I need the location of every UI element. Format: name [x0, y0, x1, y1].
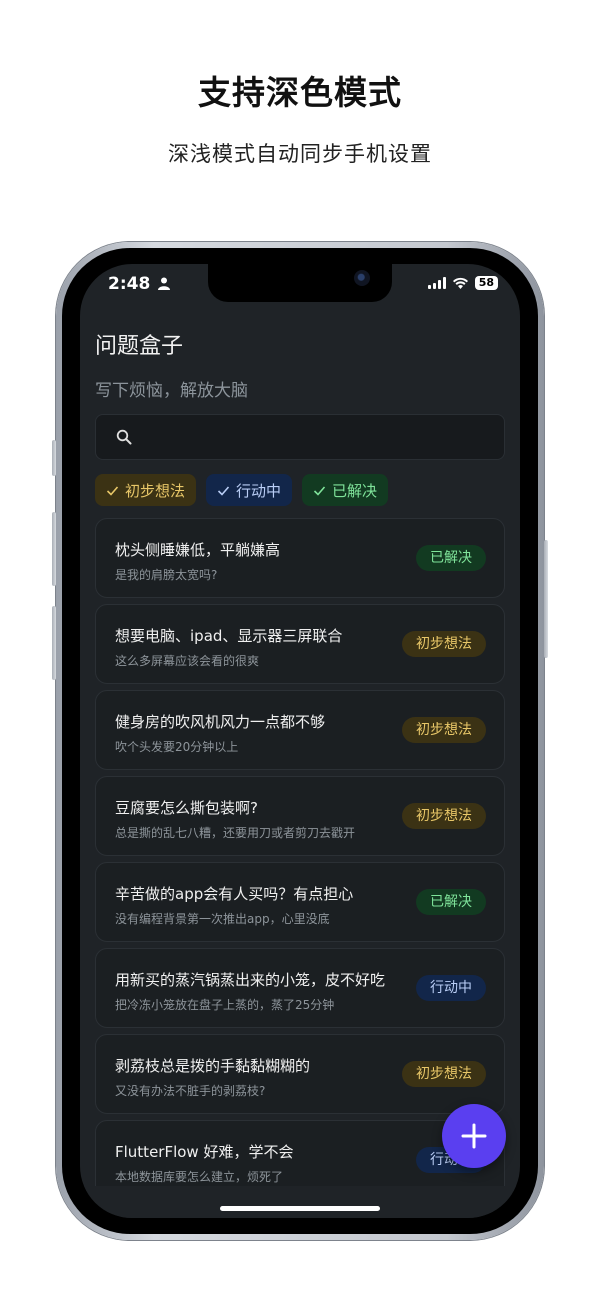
battery-icon: 58	[474, 276, 498, 290]
status-badge: 已解决	[416, 545, 486, 571]
item-subtitle: 总是撕的乱七八糟，还要用刀或者剪刀去戳开	[115, 826, 356, 840]
item-title: 用新买的蒸汽锅蒸出来的小笼，皮不好吃	[115, 971, 386, 989]
page-subtitle: 写下烦恼，解放大脑	[95, 381, 248, 401]
item-title: 想要电脑、ipad、显示器三屏联合	[115, 627, 343, 645]
status-badge: 初步想法	[402, 803, 486, 829]
filter-chips: 初步想法 行动中 已解决	[95, 474, 389, 506]
item-subtitle: 吹个头发要20分钟以上	[115, 740, 239, 754]
add-problem-button[interactable]	[442, 1104, 506, 1168]
bottom-safe-area	[80, 1186, 520, 1218]
item-subtitle: 把冷冻小笼放在盘子上蒸的，蒸了25分钟	[115, 998, 335, 1012]
list-item[interactable]: 辛苦做的app会有人买吗？有点担心 没有编程背景第一次推出app，心里没底 已解…	[95, 862, 505, 942]
filter-chip-initial-idea[interactable]: 初步想法	[95, 474, 197, 506]
check-icon	[217, 485, 230, 496]
plus-icon	[461, 1123, 487, 1149]
check-icon	[313, 485, 326, 496]
promo-subline: 深浅模式自动同步手机设置	[168, 142, 432, 166]
list-item[interactable]: 枕头侧睡嫌低，平躺嫌高 是我的肩膀太宽吗? 已解决	[95, 518, 505, 598]
status-badge: 初步想法	[402, 1061, 486, 1087]
status-time: 2:48	[108, 274, 171, 294]
filter-chip-in-progress[interactable]: 行动中	[206, 474, 293, 506]
list-item[interactable]: 剥荔枝总是拨的手黏黏糊糊的 又没有办法不脏手的剥荔枝? 初步想法	[95, 1034, 505, 1114]
item-subtitle: 没有编程背景第一次推出app，心里没底	[115, 912, 330, 926]
item-subtitle: 本地数据库要怎么建立，烦死了	[115, 1170, 284, 1184]
item-title: 豆腐要怎么撕包装啊?	[115, 799, 258, 817]
status-badge: 已解决	[416, 889, 486, 915]
person-icon	[158, 277, 171, 290]
notch	[208, 264, 392, 302]
status-icons: 58	[427, 276, 498, 290]
search-input[interactable]	[95, 414, 505, 460]
filter-chip-resolved[interactable]: 已解决	[302, 474, 389, 506]
item-title: 辛苦做的app会有人买吗？有点担心	[115, 885, 354, 903]
wifi-icon	[452, 277, 468, 289]
volume-down-button	[52, 606, 56, 680]
signal-icon	[427, 277, 446, 289]
promo-headline: 支持深色模式	[198, 73, 402, 112]
item-title: 剥荔枝总是拨的手黏黏糊糊的	[115, 1057, 311, 1075]
page-title: 问题盒子	[95, 334, 184, 359]
mute-switch	[52, 440, 56, 476]
item-subtitle: 是我的肩膀太宽吗?	[115, 568, 218, 582]
power-button	[544, 540, 548, 658]
search-icon	[116, 429, 132, 445]
camera-icon	[354, 270, 370, 286]
filter-chip-label: 行动中	[236, 481, 282, 500]
check-icon	[106, 485, 119, 496]
item-title: 健身房的吹风机风力一点都不够	[115, 713, 326, 731]
item-subtitle: 这么多屏幕应该会看的很爽	[115, 654, 260, 668]
filter-chip-label: 已解决	[332, 481, 378, 500]
filter-chip-label: 初步想法	[125, 481, 186, 500]
item-title: 枕头侧睡嫌低，平躺嫌高	[115, 541, 281, 559]
home-indicator[interactable]	[220, 1206, 380, 1211]
list-item[interactable]: 健身房的吹风机风力一点都不够 吹个头发要20分钟以上 初步想法	[95, 690, 505, 770]
item-subtitle: 又没有办法不脏手的剥荔枝?	[115, 1084, 266, 1098]
volume-up-button	[52, 512, 56, 586]
list-item[interactable]: 用新买的蒸汽锅蒸出来的小笼，皮不好吃 把冷冻小笼放在盘子上蒸的，蒸了25分钟 行…	[95, 948, 505, 1028]
status-badge: 行动中	[416, 975, 486, 1001]
problem-list: 枕头侧睡嫌低，平躺嫌高 是我的肩膀太宽吗? 已解决 想要电脑、ipad、显示器三…	[95, 518, 505, 1206]
list-item[interactable]: 豆腐要怎么撕包装啊? 总是撕的乱七八糟，还要用刀或者剪刀去戳开 初步想法	[95, 776, 505, 856]
item-title: FlutterFlow 好难，学不会	[115, 1143, 294, 1161]
list-item[interactable]: 想要电脑、ipad、显示器三屏联合 这么多屏幕应该会看的很爽 初步想法	[95, 604, 505, 684]
status-badge: 初步想法	[402, 631, 486, 657]
phone-screen: 2:48 58 问题盒子 写下烦恼，解放大脑 初步想法 行动中 已解决 枕头侧睡…	[80, 264, 520, 1218]
status-badge: 初步想法	[402, 717, 486, 743]
